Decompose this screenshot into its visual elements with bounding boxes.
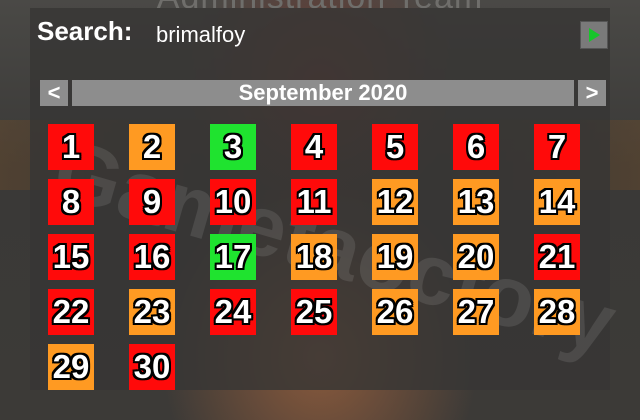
calendar-day-15[interactable]: 15 bbox=[48, 234, 94, 280]
search-input[interactable] bbox=[150, 20, 562, 50]
calendar-day-5[interactable]: 5 bbox=[372, 124, 418, 170]
calendar-day-27[interactable]: 27 bbox=[453, 289, 499, 335]
calendar-day-7[interactable]: 7 bbox=[534, 124, 580, 170]
calendar-day-29[interactable]: 29 bbox=[48, 344, 94, 390]
calendar-day-19[interactable]: 19 bbox=[372, 234, 418, 280]
calendar-day-2[interactable]: 2 bbox=[129, 124, 175, 170]
search-go-button[interactable] bbox=[580, 21, 608, 49]
calendar-day-16[interactable]: 16 bbox=[129, 234, 175, 280]
calendar-day-22[interactable]: 22 bbox=[48, 289, 94, 335]
calendar-day-26[interactable]: 26 bbox=[372, 289, 418, 335]
calendar-day-13[interactable]: 13 bbox=[453, 179, 499, 225]
calendar-day-12[interactable]: 12 bbox=[372, 179, 418, 225]
calendar-day-17[interactable]: 17 bbox=[210, 234, 256, 280]
month-label: September 2020 bbox=[72, 80, 574, 106]
calendar-day-8[interactable]: 8 bbox=[48, 179, 94, 225]
calendar-day-24[interactable]: 24 bbox=[210, 289, 256, 335]
play-icon bbox=[588, 28, 600, 42]
calendar-day-4[interactable]: 4 bbox=[291, 124, 337, 170]
calendar-day-11[interactable]: 11 bbox=[291, 179, 337, 225]
calendar-day-1[interactable]: 1 bbox=[48, 124, 94, 170]
calendar-day-6[interactable]: 6 bbox=[453, 124, 499, 170]
calendar-day-20[interactable]: 20 bbox=[453, 234, 499, 280]
calendar-day-25[interactable]: 25 bbox=[291, 289, 337, 335]
calendar-day-10[interactable]: 10 bbox=[210, 179, 256, 225]
next-month-button[interactable]: > bbox=[578, 80, 606, 106]
calendar-day-18[interactable]: 18 bbox=[291, 234, 337, 280]
prev-month-button[interactable]: < bbox=[40, 80, 68, 106]
calendar-day-28[interactable]: 28 bbox=[534, 289, 580, 335]
calendar-day-9[interactable]: 9 bbox=[129, 179, 175, 225]
search-label: Search: bbox=[37, 16, 133, 46]
calendar-day-14[interactable]: 14 bbox=[534, 179, 580, 225]
calendar-day-21[interactable]: 21 bbox=[534, 234, 580, 280]
calendar-day-23[interactable]: 23 bbox=[129, 289, 175, 335]
calendar-day-3[interactable]: 3 bbox=[210, 124, 256, 170]
calendar-day-30[interactable]: 30 bbox=[129, 344, 175, 390]
